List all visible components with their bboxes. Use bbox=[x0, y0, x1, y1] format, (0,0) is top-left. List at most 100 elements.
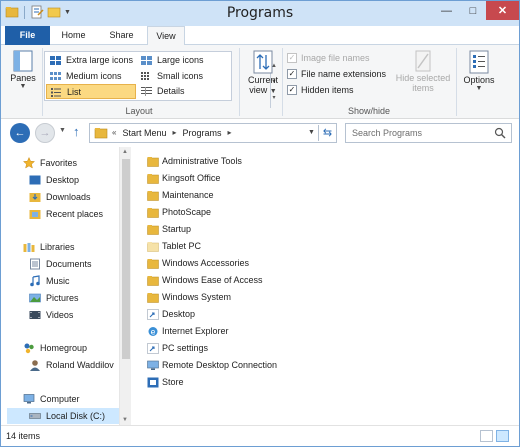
internet-explorer-icon: e bbox=[148, 327, 158, 337]
list-item-label: PC settings bbox=[162, 343, 209, 353]
search-input[interactable]: Search Programs bbox=[345, 123, 512, 143]
chevron-down-icon: ▼ bbox=[475, 85, 483, 92]
forward-button[interactable]: → bbox=[35, 123, 55, 143]
svg-text:e: e bbox=[151, 328, 156, 337]
nav-user-label: Roland Waddilov bbox=[46, 360, 114, 370]
search-icon bbox=[494, 127, 506, 139]
up-button[interactable]: ↑ bbox=[73, 124, 80, 139]
details-view-button[interactable] bbox=[480, 430, 493, 442]
layout-small-icons[interactable]: Small icons bbox=[137, 69, 225, 84]
minimize-button[interactable]: — bbox=[433, 1, 460, 20]
homegroup-icon bbox=[24, 343, 34, 354]
tab-share[interactable]: Share bbox=[99, 26, 144, 45]
chevron-right-icon[interactable]: ▸ bbox=[172, 128, 176, 138]
address-bar[interactable]: « Start Menu ▸ Programs ▸ ▼ ⇆ bbox=[89, 123, 337, 143]
folder-icon bbox=[147, 276, 159, 286]
list-item-label: Desktop bbox=[162, 309, 196, 319]
nav-pane-scrollbar[interactable]: ▲ ▼ bbox=[119, 147, 131, 425]
list-item-label: Kingsoft Office bbox=[162, 173, 221, 183]
maximize-button[interactable]: □ bbox=[460, 1, 486, 20]
layout-medium-icons[interactable]: Medium icons bbox=[46, 69, 136, 84]
options-icon bbox=[469, 50, 489, 74]
computer-icon bbox=[23, 394, 35, 404]
checkbox-checked-icon: ✓ bbox=[287, 69, 297, 79]
folder-light-icon bbox=[147, 242, 159, 252]
navigation-bar: ← → ▼ ↑ « Start Menu ▸ Programs ▸ ▼ ⇆ Se… bbox=[1, 119, 519, 147]
nav-local-disk[interactable]: Local Disk (C:) bbox=[7, 408, 119, 424]
panes-label: Panes bbox=[10, 73, 36, 83]
item-count: 14 items bbox=[6, 431, 41, 441]
breadcrumb-programs[interactable]: Programs bbox=[183, 128, 222, 138]
breadcrumb-start-menu[interactable]: Start Menu bbox=[122, 128, 166, 138]
list-item-label: Store bbox=[162, 377, 184, 387]
layout-medium-icons-label: Medium icons bbox=[66, 71, 122, 81]
details-icon bbox=[141, 87, 152, 96]
layout-gallery: Extra large icons Large icons Medium ico… bbox=[44, 51, 277, 108]
recent-locations-dropdown[interactable]: ▼ bbox=[59, 127, 66, 134]
hide-selected-items-button[interactable]: Hide selected items bbox=[394, 49, 452, 93]
checkbox-icon: ✓ bbox=[287, 53, 297, 63]
layout-small-icons-label: Small icons bbox=[157, 71, 204, 81]
view-toggle bbox=[480, 430, 509, 442]
scrollbar-thumb[interactable] bbox=[122, 159, 130, 359]
folder-icon bbox=[94, 128, 108, 139]
options-button[interactable]: Options ▼ bbox=[461, 49, 497, 92]
recent-places-icon bbox=[29, 210, 41, 219]
file-name-extensions-checkbox[interactable]: ✓ File name extensions bbox=[287, 67, 386, 81]
layout-large-icons[interactable]: Large icons bbox=[137, 53, 225, 68]
nav-music-label: Music bbox=[46, 276, 70, 286]
videos-icon bbox=[29, 311, 41, 319]
navigation-pane: Favorites Desktop Downloads Recent place… bbox=[1, 147, 131, 425]
hidden-items-checkbox[interactable]: ✓ Hidden items bbox=[287, 83, 354, 97]
shortcut-icon bbox=[147, 309, 159, 320]
scroll-down-icon[interactable]: ▼ bbox=[122, 417, 128, 423]
close-button[interactable]: ✕ bbox=[486, 1, 519, 20]
layout-extra-large-icons[interactable]: Extra large icons bbox=[46, 53, 136, 68]
nav-homegroup-label: Homegroup bbox=[40, 343, 88, 353]
downloads-icon bbox=[29, 193, 41, 202]
folder-icon bbox=[147, 157, 159, 167]
hide-selected-label-1: Hide selected bbox=[395, 73, 451, 83]
nav-documents-label: Documents bbox=[46, 259, 92, 269]
folder-icon bbox=[147, 225, 159, 235]
chevron-left-icon[interactable]: « bbox=[112, 128, 116, 138]
breadcrumb: « Start Menu ▸ Programs ▸ bbox=[112, 128, 232, 138]
address-history-dropdown[interactable]: ▼ bbox=[308, 129, 315, 136]
hide-selected-icon bbox=[415, 50, 431, 72]
refresh-button[interactable]: ⇆ bbox=[318, 125, 336, 141]
ribbon-tabs: File Home Share View bbox=[1, 26, 519, 46]
nav-local-disk-label: Local Disk (C:) bbox=[46, 411, 106, 421]
store-icon bbox=[147, 377, 159, 388]
hidden-items-label: Hidden items bbox=[301, 85, 354, 95]
list-item-label: Windows Accessories bbox=[162, 258, 250, 268]
list-item-label: Startup bbox=[162, 224, 192, 234]
layout-details-label: Details bbox=[157, 86, 185, 96]
music-icon bbox=[30, 275, 40, 287]
tab-view[interactable]: View bbox=[147, 26, 185, 46]
user-icon bbox=[30, 360, 40, 371]
extra-large-icons-icon bbox=[50, 56, 61, 65]
tab-home[interactable]: Home bbox=[51, 26, 96, 45]
layout-group-label: Layout bbox=[125, 106, 153, 116]
libraries-icon bbox=[23, 243, 35, 252]
documents-icon bbox=[30, 258, 40, 270]
nav-libraries-label: Libraries bbox=[40, 242, 75, 252]
file-list: Administrative Tools Kingsoft Office Mai… bbox=[139, 147, 519, 425]
layout-list[interactable]: List bbox=[46, 84, 136, 99]
current-view-button[interactable]: Current view ▼ bbox=[244, 49, 282, 95]
panes-button[interactable]: Panes ▼ bbox=[7, 49, 39, 90]
chevron-right-icon[interactable]: ▸ bbox=[228, 128, 232, 138]
nav-downloads-label: Downloads bbox=[46, 192, 91, 202]
large-icons-view-button[interactable] bbox=[496, 430, 509, 442]
hide-selected-label-2: items bbox=[412, 83, 434, 93]
nav-desktop-label: Desktop bbox=[46, 175, 80, 185]
folder-icon bbox=[147, 293, 159, 303]
layout-details[interactable]: Details bbox=[137, 84, 225, 99]
image-file-names-checkbox[interactable]: ✓ Image file names bbox=[287, 51, 370, 65]
star-icon bbox=[23, 157, 35, 169]
back-button[interactable]: ← bbox=[10, 123, 30, 143]
layout-large-icons-label: Large icons bbox=[157, 55, 204, 65]
options-label: Options bbox=[463, 75, 495, 85]
tab-file[interactable]: File bbox=[5, 26, 50, 45]
scroll-up-icon[interactable]: ▲ bbox=[122, 149, 128, 155]
